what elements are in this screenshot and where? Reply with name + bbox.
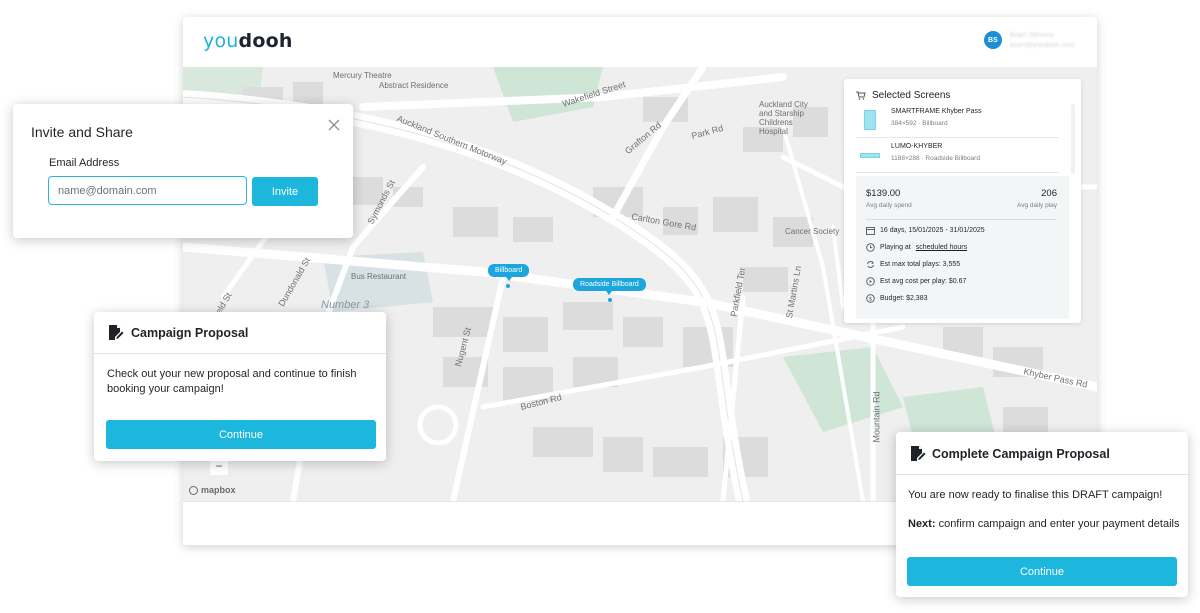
calendar-icon bbox=[866, 227, 875, 235]
screen-thumbnail bbox=[860, 153, 880, 158]
invite-title: Invite and Share bbox=[31, 124, 133, 140]
screen-name: SMARTFRAME Khyber Pass bbox=[891, 108, 982, 115]
map-label-cancer-society: Cancer Society bbox=[785, 227, 840, 236]
divider bbox=[866, 219, 1056, 220]
map-pin-dot bbox=[506, 284, 510, 288]
svg-text:$: $ bbox=[869, 297, 873, 303]
invite-button[interactable]: Invite bbox=[252, 177, 318, 206]
avg-daily-spend-label: Avg daily spend bbox=[866, 202, 912, 209]
dates-row: 16 days, 15/01/2025 - 31/01/2025 bbox=[866, 226, 985, 235]
est-max-plays-row: Est max total plays: 3,555 bbox=[866, 260, 960, 269]
est-avg-cost-row: Est avg cost per play: $0.67 bbox=[866, 277, 966, 286]
scheduled-hours-link[interactable]: scheduled hours bbox=[916, 244, 967, 251]
continue-button[interactable]: Continue bbox=[106, 420, 376, 449]
user-menu[interactable]: BS Bram Stevens bram@youdooh.com bbox=[983, 31, 1075, 49]
avg-daily-play-value: 206 bbox=[1041, 188, 1057, 199]
mapbox-attribution[interactable]: mapbox bbox=[189, 485, 236, 495]
clock-icon bbox=[866, 243, 875, 252]
email-input[interactable] bbox=[48, 176, 247, 205]
avg-daily-spend-value: $139.00 bbox=[866, 188, 901, 199]
map-label-abstract-residence: Abstract Residence bbox=[379, 81, 449, 90]
app-header: youdooh BS Bram Stevens bram@youdooh.com bbox=[183, 17, 1097, 67]
selected-screens-panel: Selected Screens SMARTFRAME Khyber Pass … bbox=[844, 79, 1081, 323]
invite-share-dialog: Invite and Share Email Address Invite bbox=[13, 104, 353, 238]
complete-proposal-header: Complete Campaign Proposal bbox=[896, 432, 1188, 475]
budget-row: $ Budget: $2,383 bbox=[866, 294, 928, 303]
screens-scrollbar[interactable] bbox=[1071, 104, 1075, 174]
playing-at-row: Playing at scheduled hours bbox=[866, 243, 967, 252]
screen-thumbnail bbox=[864, 110, 876, 130]
avg-daily-play-label: Avg daily play bbox=[1017, 202, 1057, 209]
avatar[interactable]: BS bbox=[983, 31, 1002, 49]
map-pin-dot bbox=[608, 298, 612, 302]
user-email: bram@youdooh.com bbox=[1009, 41, 1075, 49]
user-info: Bram Stevens bram@youdooh.com bbox=[1010, 32, 1075, 49]
document-edit-icon bbox=[109, 325, 124, 340]
user-name: Bram Stevens bbox=[1009, 31, 1054, 39]
selected-screens-title: Selected Screens bbox=[856, 90, 950, 101]
stage: youdooh BS Bram Stevens bram@youdooh.com bbox=[0, 0, 1200, 613]
proposal-header: Campaign Proposal bbox=[94, 312, 386, 354]
ready-message: You are now ready to finalise this DRAFT… bbox=[908, 489, 1163, 501]
proposal-title: Campaign Proposal bbox=[131, 326, 249, 340]
map-label-mountain-rd: Mountain Rd bbox=[871, 391, 882, 443]
complete-campaign-proposal-card: Complete Campaign Proposal You are now r… bbox=[896, 432, 1188, 597]
email-label: Email Address bbox=[49, 157, 120, 169]
play-circle-icon bbox=[866, 277, 875, 286]
dollar-circle-icon: $ bbox=[866, 294, 875, 303]
repeat-icon bbox=[867, 261, 874, 268]
screen-item[interactable]: LUMO-KHYBER 1188×288 · Roadside Billboar… bbox=[856, 139, 1059, 173]
youdooh-logo[interactable]: youdooh bbox=[203, 30, 293, 52]
mapbox-icon bbox=[189, 485, 198, 495]
map-label-mercury-theatre: Mercury Theatre bbox=[333, 71, 392, 80]
proposal-message: Check out your new proposal and continue… bbox=[107, 368, 357, 395]
campaign-summary: $139.00 Avg daily spend 206 Avg daily pl… bbox=[856, 176, 1069, 319]
cart-icon bbox=[856, 91, 866, 100]
screen-name: LUMO-KHYBER bbox=[891, 143, 943, 150]
next-step-message: Next: confirm campaign and enter your pa… bbox=[908, 518, 1180, 530]
map-pin-billboard[interactable]: Billboard bbox=[488, 264, 530, 281]
zoom-out-button[interactable]: − bbox=[210, 459, 228, 475]
screen-meta: 1188×288 · Roadside Billboard bbox=[891, 155, 980, 162]
continue-button[interactable]: Continue bbox=[907, 557, 1177, 586]
map-pin-roadside-billboard[interactable]: Roadside Billboard bbox=[573, 278, 646, 295]
map-label-auckland-city-hospital: Auckland City and Starship Childrens Hos… bbox=[759, 100, 808, 136]
map-label-bus-restaurant: Bus Restaurant bbox=[351, 272, 407, 281]
complete-proposal-title: Complete Campaign Proposal bbox=[932, 447, 1110, 461]
close-icon[interactable] bbox=[327, 118, 341, 132]
screen-meta: 384×592 · Billboard bbox=[891, 120, 948, 127]
campaign-proposal-card: Campaign Proposal Check out your new pro… bbox=[94, 312, 386, 461]
screen-item[interactable]: SMARTFRAME Khyber Pass 384×592 · Billboa… bbox=[856, 104, 1059, 138]
document-edit-icon bbox=[911, 446, 926, 461]
